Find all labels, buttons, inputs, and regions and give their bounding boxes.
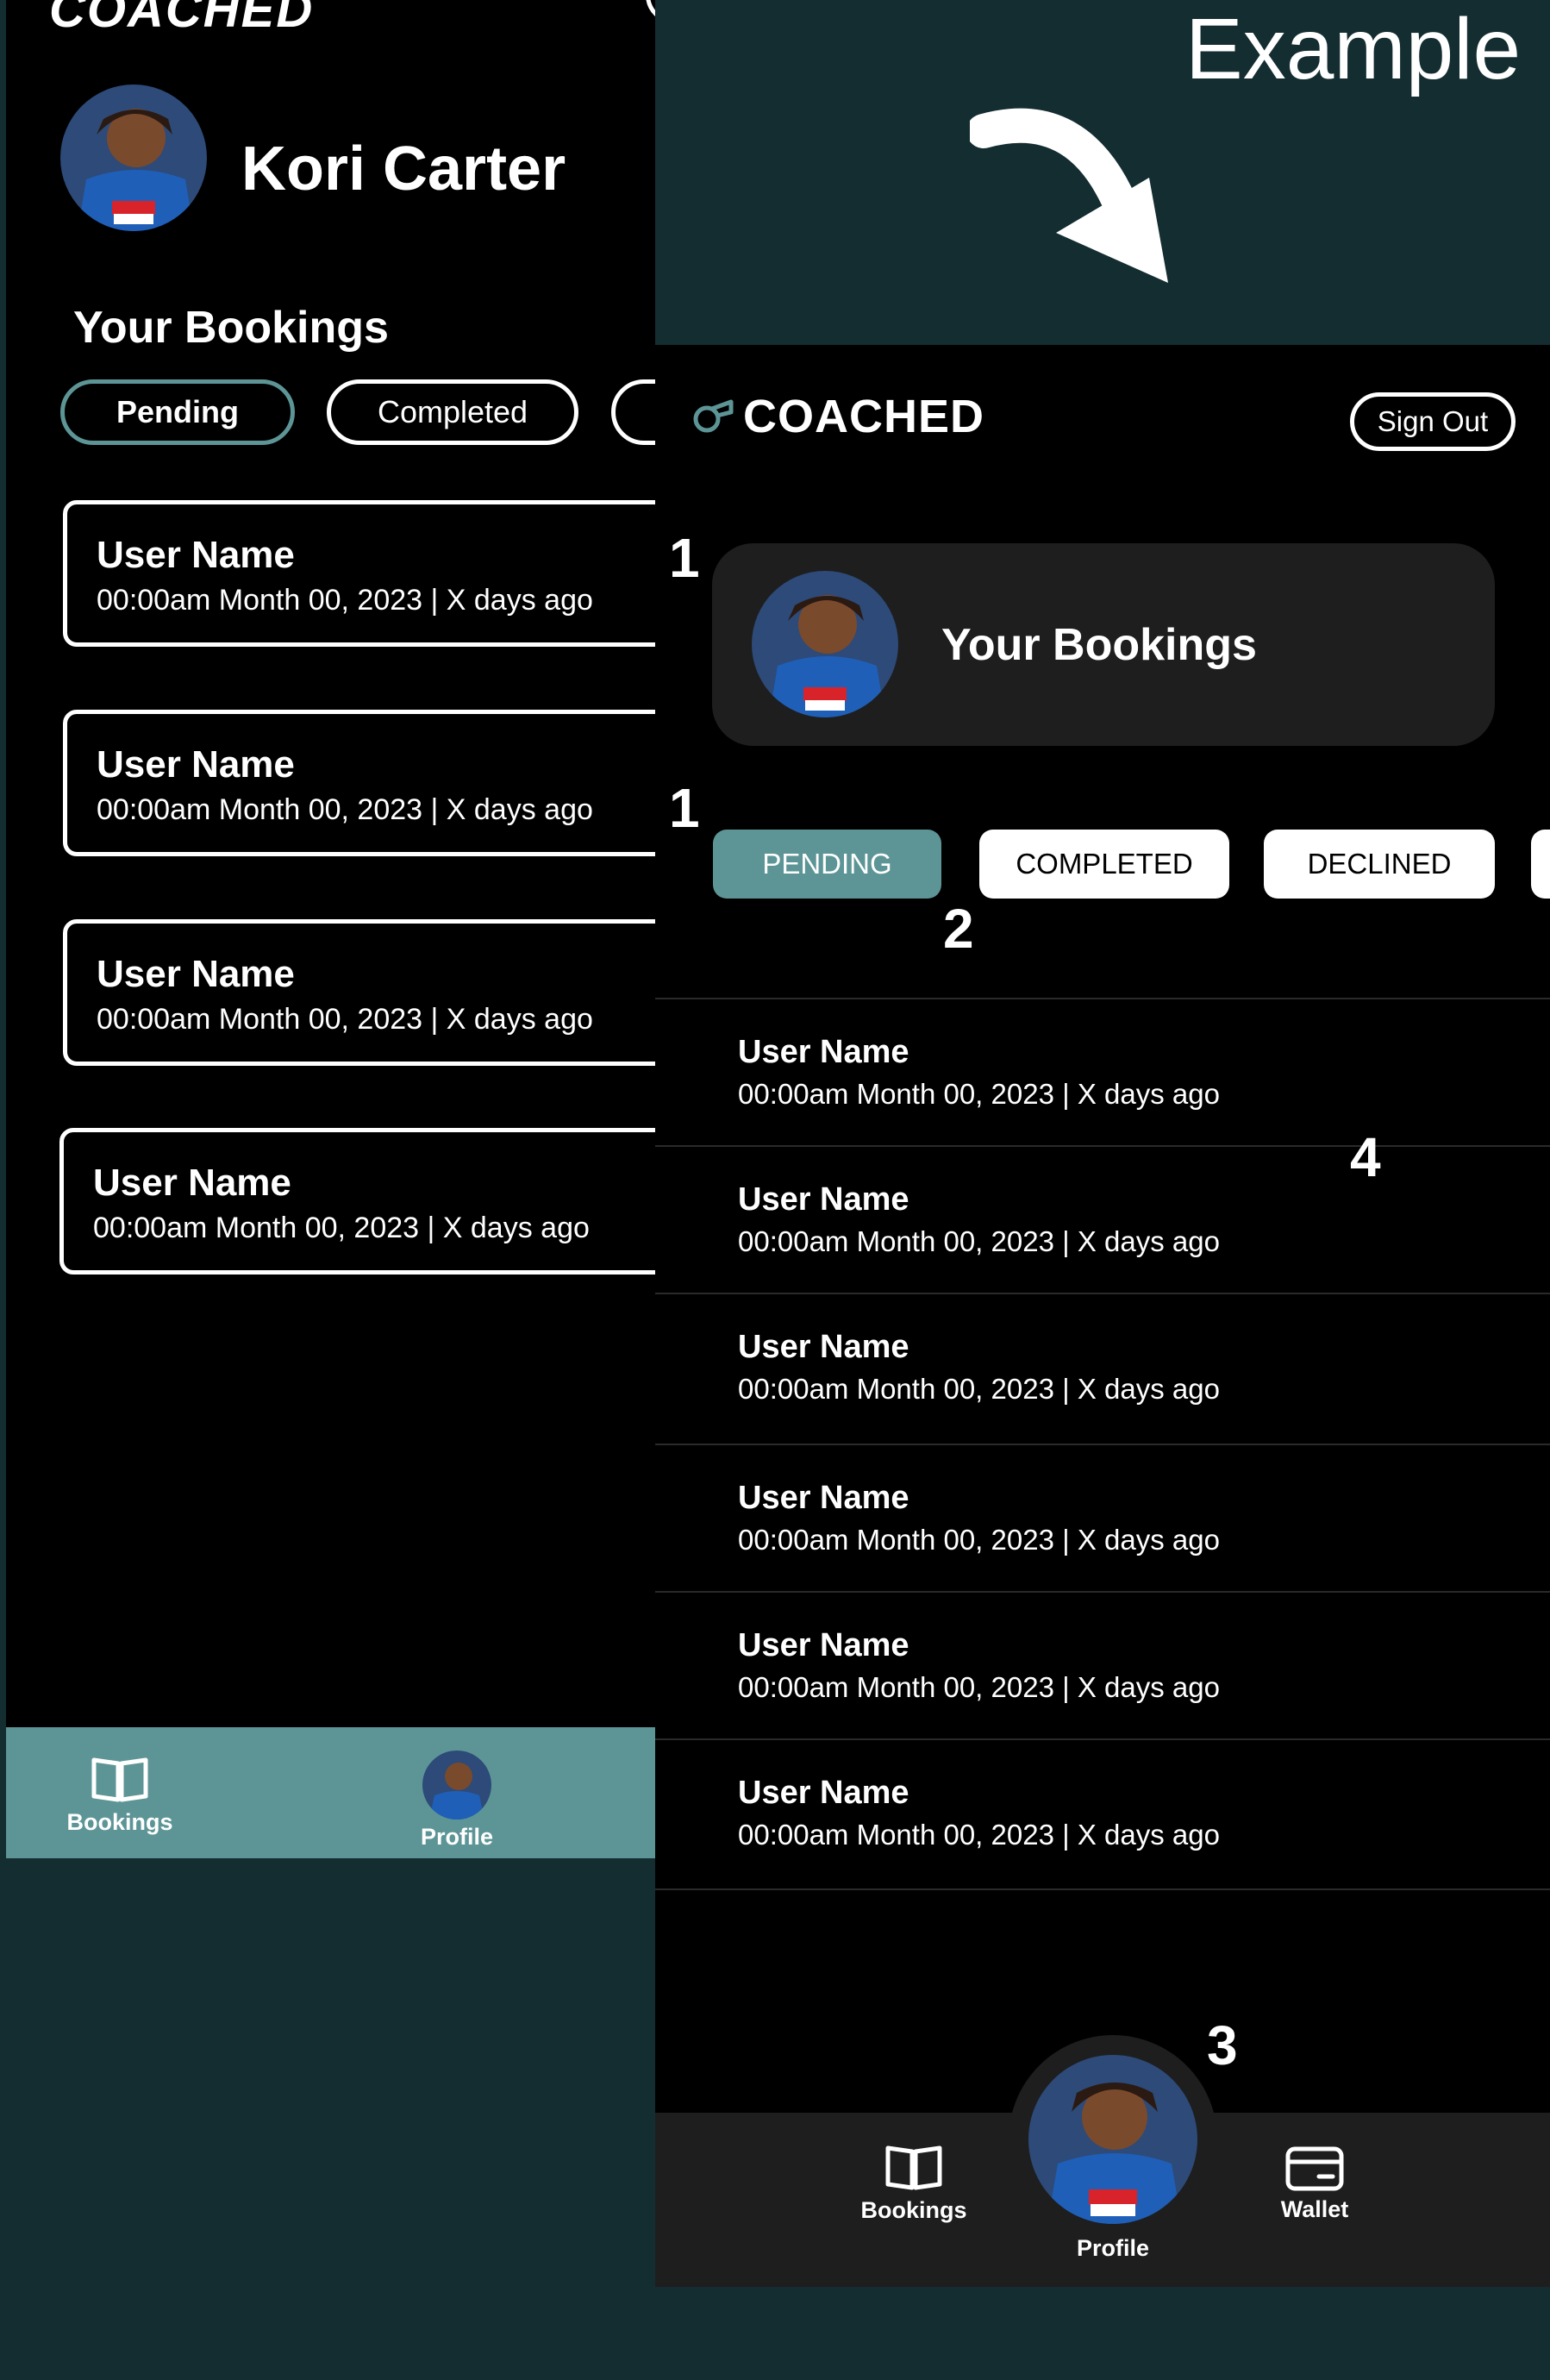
annotation-marker: 2 bbox=[943, 898, 974, 960]
nav-profile-label: Profile bbox=[420, 1824, 494, 1850]
brand-logo: COACHED bbox=[691, 390, 984, 443]
nav-profile[interactable]: Profile bbox=[392, 1751, 522, 1851]
nav-bookings[interactable]: Bookings bbox=[836, 2143, 991, 2224]
tab-declined[interactable]: DECLINED bbox=[1264, 830, 1495, 899]
list-item[interactable]: User Name 00:00am Month 00, 2023 | X day… bbox=[655, 1293, 1550, 1441]
booking-card[interactable]: User Name 00:00am Month 00, 2023 | X day… bbox=[59, 1128, 655, 1275]
list-item[interactable]: User Name 00:00am Month 00, 2023 | X day… bbox=[655, 1444, 1550, 1592]
nav-bookings-label: Bookings bbox=[860, 2197, 967, 2223]
booking-card[interactable]: User Name 00:00am Month 00, 2023 | X day… bbox=[63, 500, 655, 647]
booking-datetime: 00:00am Month 00, 2023 | X days ago bbox=[93, 1212, 590, 1244]
booking-card[interactable]: User Name 00:00am Month 00, 2023 | X day… bbox=[63, 919, 655, 1066]
booking-user-name: User Name bbox=[738, 1775, 909, 1811]
booking-user-name: User Name bbox=[97, 743, 295, 786]
tab-overflow[interactable] bbox=[611, 379, 655, 445]
book-icon bbox=[884, 2145, 944, 2196]
booking-datetime: 00:00am Month 00, 2023 | X days ago bbox=[97, 793, 593, 826]
avatar[interactable] bbox=[752, 571, 898, 717]
booking-datetime: 00:00am Month 00, 2023 | X days ago bbox=[738, 1225, 1220, 1257]
booking-datetime: 00:00am Month 00, 2023 | X days ago bbox=[97, 584, 593, 617]
nav-bookings-label: Bookings bbox=[66, 1809, 173, 1835]
nav-bookings[interactable]: Bookings bbox=[59, 1755, 180, 1836]
booking-datetime: 00:00am Month 00, 2023 | X days ago bbox=[738, 1524, 1220, 1556]
avatar[interactable] bbox=[60, 85, 207, 231]
booking-user-name: User Name bbox=[738, 1329, 909, 1365]
booking-card[interactable]: User Name 00:00am Month 00, 2023 | X day… bbox=[63, 710, 655, 856]
annotation-marker: 3 bbox=[1207, 2014, 1238, 2076]
section-title: Your Bookings bbox=[73, 303, 389, 353]
list-item[interactable]: User Name 00:00am Month 00, 2023 | X day… bbox=[655, 998, 1550, 1146]
list-item[interactable]: User Name 00:00am Month 00, 2023 | X day… bbox=[655, 1145, 1550, 1293]
top-action-button[interactable] bbox=[646, 0, 655, 24]
nav-wallet-label: Wallet bbox=[1280, 2196, 1349, 2222]
profile-name: Kori Carter bbox=[241, 135, 566, 204]
tab-overflow[interactable] bbox=[1531, 830, 1550, 899]
curved-arrow-icon bbox=[966, 95, 1177, 298]
booking-datetime: 00:00am Month 00, 2023 | X days ago bbox=[738, 1078, 1220, 1110]
sign-out-button[interactable]: Sign Out bbox=[1350, 392, 1516, 451]
divider bbox=[655, 1888, 1550, 1890]
booking-datetime: 00:00am Month 00, 2023 | X days ago bbox=[738, 1819, 1220, 1851]
booking-user-name: User Name bbox=[738, 1627, 909, 1663]
booking-user-name: User Name bbox=[97, 534, 295, 576]
whistle-icon bbox=[691, 393, 734, 441]
tab-completed[interactable]: Completed bbox=[327, 379, 578, 445]
tab-pending[interactable]: PENDING bbox=[713, 830, 941, 899]
right-phone-screen: COACHED Sign Out Your Bookings PENDING C… bbox=[655, 345, 1550, 2287]
book-icon bbox=[90, 1757, 150, 1808]
nav-profile-label: Profile bbox=[1076, 2235, 1150, 2261]
left-phone-screen: COACHED Kori Carter Your Bookings Pendin… bbox=[6, 0, 655, 1858]
booking-user-name: User Name bbox=[97, 953, 295, 995]
section-title: Your Bookings bbox=[941, 620, 1257, 670]
tab-completed[interactable]: COMPLETED bbox=[979, 830, 1229, 899]
annotation-marker: 1 bbox=[669, 777, 700, 839]
booking-datetime: 00:00am Month 00, 2023 | X days ago bbox=[738, 1671, 1220, 1703]
nav-wallet[interactable]: Wallet bbox=[1241, 2145, 1388, 2223]
nav-profile[interactable]: Profile bbox=[1048, 2235, 1178, 2262]
booking-user-name: User Name bbox=[738, 1480, 909, 1516]
booking-datetime: 00:00am Month 00, 2023 | X days ago bbox=[97, 1003, 593, 1036]
list-item[interactable]: User Name 00:00am Month 00, 2023 | X day… bbox=[655, 1738, 1550, 1887]
brand-name: COACHED bbox=[743, 391, 985, 442]
brand-logo: COACHED bbox=[49, 0, 315, 38]
booking-datetime: 00:00am Month 00, 2023 | X days ago bbox=[738, 1373, 1220, 1405]
booking-user-name: User Name bbox=[738, 1034, 909, 1070]
annotation-marker: 4 bbox=[1350, 1126, 1381, 1188]
wallet-icon bbox=[1284, 2146, 1345, 2195]
nav-profile-avatar[interactable] bbox=[1028, 2055, 1197, 2224]
booking-user-name: User Name bbox=[738, 1181, 909, 1218]
avatar-icon bbox=[422, 1751, 491, 1823]
example-title: Example bbox=[1185, 1, 1522, 97]
list-item[interactable]: User Name 00:00am Month 00, 2023 | X day… bbox=[655, 1591, 1550, 1739]
booking-user-name: User Name bbox=[93, 1162, 291, 1204]
annotation-marker: 1 bbox=[669, 527, 700, 589]
tab-pending[interactable]: Pending bbox=[60, 379, 295, 445]
